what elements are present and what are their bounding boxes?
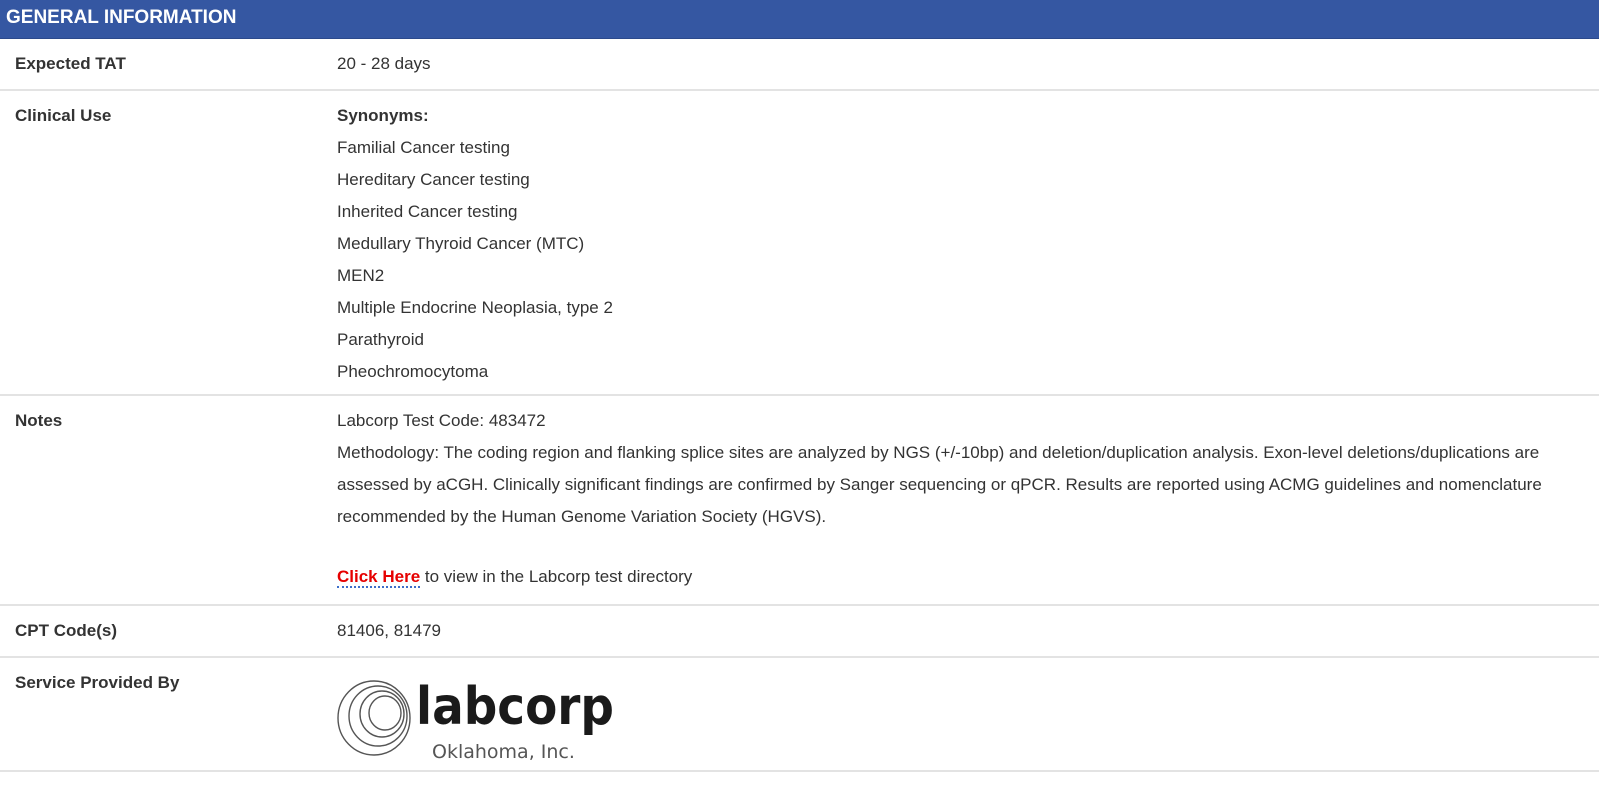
synonym-item: Familial Cancer testing [337,138,510,157]
section-title: GENERAL INFORMATION [6,7,237,28]
labcorp-rings-logo-icon [337,680,411,756]
synonym-item: Medullary Thyroid Cancer (MTC) [337,234,585,253]
methodology-text: Methodology: The coding region and flank… [337,443,1542,526]
row-label: Service Provided By [15,673,180,692]
row-label: Notes [15,411,63,430]
row-cpt-codes: CPT Code(s) 81406, 81479 [0,606,1599,658]
row-value: 81406, 81479 [337,620,1559,647]
synonym-item: MEN2 [337,266,385,285]
click-here-link[interactable]: Click Here [337,567,421,588]
synonym-item: Multiple Endocrine Neoplasia, type 2 [337,298,613,317]
synonym-item: Pheochromocytoma [337,362,489,381]
directory-link-line: Click Here to view in the Labcorp test d… [337,561,1559,593]
row-value: 20 - 28 days [337,53,1559,80]
row-service-provided-by: Service Provided By [0,658,1599,772]
section-header: GENERAL INFORMATION [0,0,1599,39]
synonym-item: Parathyroid [337,330,424,349]
synonym-item: Hereditary Cancer testing [337,170,530,189]
row-value: Synonyms: Familial Cancer testing Heredi… [337,105,1559,388]
synonym-item: Inherited Cancer testing [337,202,518,221]
row-label: Clinical Use [15,106,112,125]
row-notes: Notes Labcorp Test Code: 483472 Methodol… [0,396,1599,606]
row-label: Expected TAT [15,54,126,73]
row-label: CPT Code(s) [15,621,117,640]
row-expected-tat: Expected TAT 20 - 28 days [0,39,1599,91]
logo-subtitle: Oklahoma, Inc. [432,741,575,763]
logo-wordmark: labcorp [416,680,614,737]
row-clinical-use: Clinical Use Synonyms: Familial Cancer t… [0,91,1599,396]
labcorp-logo: labcorp Oklahoma, Inc. [337,680,614,763]
test-code: Labcorp Test Code: 483472 [337,411,546,430]
link-suffix-text: to view in the Labcorp test directory [420,567,693,586]
synonyms-heading: Synonyms: [337,106,429,125]
cpt-value: 81406, 81479 [337,621,441,640]
row-value: Labcorp Test Code: 483472 Methodology: T… [337,410,1559,593]
tat-value: 20 - 28 days [337,54,431,73]
